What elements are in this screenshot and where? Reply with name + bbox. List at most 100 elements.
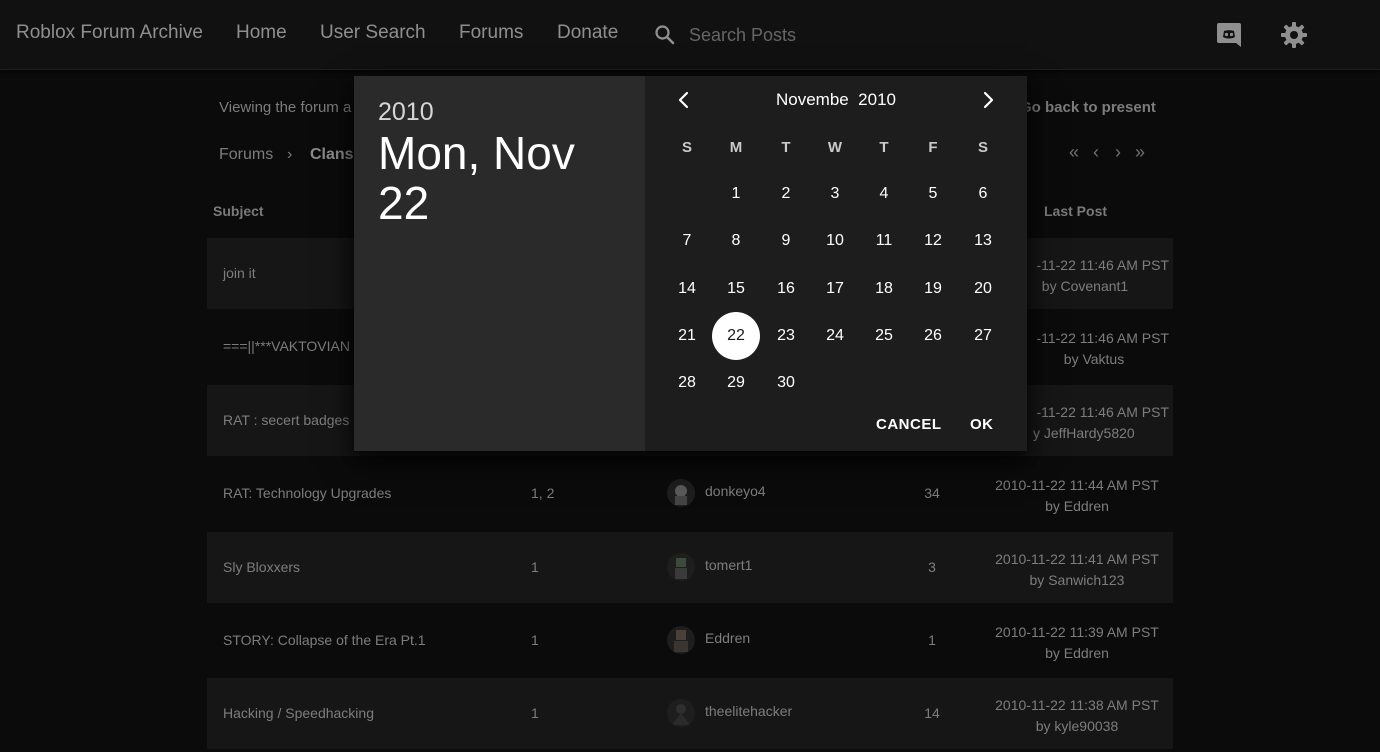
calendar-day[interactable]: 19 (909, 265, 957, 313)
thread-subject[interactable]: RAT: Technology Upgrades (223, 485, 391, 501)
thread-pages[interactable]: 1, 2 (531, 485, 554, 501)
last-page-icon[interactable]: » (1129, 142, 1151, 163)
calendar-month-label: Novembe 2010 (775, 90, 897, 109)
viewing-archive-text: Viewing the forum a (219, 99, 352, 116)
thread-subject[interactable]: RAT : secert badges (223, 412, 349, 428)
cancel-button[interactable]: CANCEL (876, 416, 942, 433)
calendar-day[interactable]: 12 (909, 217, 957, 265)
search-posts-input[interactable] (689, 22, 909, 48)
calendar-day[interactable]: 15 (712, 265, 760, 313)
avatar[interactable] (667, 626, 695, 654)
calendar-day[interactable]: 5 (909, 170, 957, 218)
calendar-day-selected[interactable]: 22 (712, 312, 760, 360)
calendar-day[interactable]: 26 (909, 312, 957, 360)
last-post-author[interactable]: by Covenant1 (1019, 276, 1169, 297)
avatar[interactable] (667, 553, 695, 581)
thread-pages[interactable]: 1 (531, 559, 539, 575)
pagination: «‹ ›» (1063, 142, 1155, 162)
thread-subject[interactable]: Hacking / Speedhacking (223, 705, 374, 721)
thread-author[interactable]: Eddren (705, 630, 750, 646)
nav-link-donate[interactable]: Donate (557, 22, 618, 44)
nav-link-forums[interactable]: Forums (459, 22, 523, 44)
next-page-icon[interactable]: › (1107, 142, 1129, 163)
nav-link-user-search[interactable]: User Search (320, 22, 426, 44)
date-picker-dialog: 2010 Mon, Nov 22 Novembe 2010 S M T W T … (354, 76, 1027, 451)
thread-subject[interactable]: Sly Bloxxers (223, 559, 300, 575)
calendar-day[interactable]: 8 (712, 217, 760, 265)
calendar-day[interactable]: 11 (860, 217, 908, 265)
calendar-day[interactable]: 16 (762, 265, 810, 313)
column-header-subject[interactable]: Subject (213, 203, 264, 219)
calendar-day[interactable]: 10 (811, 217, 859, 265)
calendar-day[interactable]: 24 (811, 312, 859, 360)
nav-link-home[interactable]: Home (236, 22, 287, 44)
last-post-author[interactable]: by Eddren (977, 496, 1177, 517)
gear-icon[interactable] (1279, 20, 1309, 50)
breadcrumb-separator-icon: › (287, 146, 293, 163)
calendar-day[interactable]: 9 (762, 217, 810, 265)
calendar-day[interactable]: 21 (663, 312, 711, 360)
last-post-info: -11-22 11:46 AM PST y JeffHardy5820 (1019, 402, 1169, 444)
calendar-day[interactable]: 7 (663, 217, 711, 265)
chevron-left-icon[interactable] (672, 88, 696, 112)
calendar-day[interactable]: 4 (860, 170, 908, 218)
last-post-date: 2010-11-22 11:38 AM PST (995, 697, 1159, 713)
calendar-day[interactable]: 30 (762, 359, 810, 407)
last-post-info: -11-22 11:46 AM PST by Vaktus (1019, 328, 1169, 370)
calendar-day[interactable]: 20 (959, 265, 1007, 313)
brand-logo-text[interactable]: Roblox Forum Archive (16, 22, 203, 44)
reply-count: 14 (924, 705, 940, 721)
table-row[interactable]: STORY: Collapse of the Era Pt.1 1 Eddren… (207, 605, 1173, 676)
thread-subject[interactable]: ===||***VAKTOVIAN (223, 338, 350, 354)
last-post-date: -11-22 11:46 AM PST (1036, 404, 1169, 420)
calendar-day[interactable]: 1 (712, 170, 760, 218)
last-post-date: 2010-11-22 11:39 AM PST (995, 624, 1159, 640)
first-page-icon[interactable]: « (1063, 142, 1085, 163)
thread-subject[interactable]: join it (223, 265, 256, 281)
calendar-day[interactable]: 18 (860, 265, 908, 313)
table-row[interactable]: Hacking / Speedhacking 1 theelitehacker … (207, 678, 1173, 749)
last-post-author[interactable]: by Vaktus (1019, 349, 1169, 370)
breadcrumb-forums[interactable]: Forums (219, 146, 273, 164)
prev-page-icon[interactable]: ‹ (1085, 142, 1107, 163)
calendar-day[interactable]: 13 (959, 217, 1007, 265)
calendar-day[interactable]: 27 (959, 312, 1007, 360)
last-post-author[interactable]: by kyle90038 (977, 716, 1177, 737)
thread-subject[interactable]: STORY: Collapse of the Era Pt.1 (223, 632, 426, 648)
last-post-author[interactable]: y JeffHardy5820 (1019, 423, 1169, 444)
chevron-right-icon[interactable] (976, 88, 1000, 112)
last-post-info: 2010-11-22 11:39 AM PST by Eddren (977, 622, 1177, 664)
thread-author[interactable]: theelitehacker (705, 703, 792, 719)
thread-author[interactable]: tomert1 (705, 557, 752, 573)
thread-pages[interactable]: 1 (531, 632, 539, 648)
column-header-last-post[interactable]: Last Post (1044, 203, 1107, 219)
selected-date[interactable]: Mon, Nov 22 (378, 128, 628, 228)
weekday-label: S (977, 139, 988, 156)
calendar-day[interactable]: 23 (762, 312, 810, 360)
thread-author[interactable]: donkeyo4 (705, 483, 766, 499)
last-post-date: -11-22 11:46 AM PST (1036, 257, 1169, 273)
go-back-to-present-link[interactable]: Go back to present (1020, 99, 1156, 116)
avatar[interactable] (667, 479, 695, 507)
discord-icon[interactable] (1214, 20, 1244, 50)
selected-year[interactable]: 2010 (378, 98, 434, 127)
calendar: Novembe 2010 S M T W T F S 1 2 3 4 5 6 7 8 9 10 11… (645, 76, 1027, 451)
calendar-day[interactable]: 3 (811, 170, 859, 218)
calendar-day[interactable]: 28 (663, 359, 711, 407)
calendar-day[interactable]: 2 (762, 170, 810, 218)
table-row[interactable]: Sly Bloxxers 1 tomert1 3 2010-11-22 11:4… (207, 532, 1173, 603)
reply-count: 3 (928, 559, 936, 575)
thread-pages[interactable]: 1 (531, 705, 539, 721)
calendar-day[interactable]: 29 (712, 359, 760, 407)
search-icon[interactable] (653, 23, 677, 47)
avatar[interactable] (667, 699, 695, 727)
calendar-day[interactable]: 6 (959, 170, 1007, 218)
calendar-day[interactable]: 14 (663, 265, 711, 313)
calendar-day[interactable]: 17 (811, 265, 859, 313)
table-row[interactable]: RAT: Technology Upgrades 1, 2 donkeyo4 3… (207, 458, 1173, 529)
calendar-day[interactable]: 25 (860, 312, 908, 360)
last-post-date: -11-22 11:46 AM PST (1036, 330, 1169, 346)
last-post-author[interactable]: by Eddren (977, 643, 1177, 664)
ok-button[interactable]: OK (970, 416, 994, 433)
last-post-author[interactable]: by Sanwich123 (977, 570, 1177, 591)
